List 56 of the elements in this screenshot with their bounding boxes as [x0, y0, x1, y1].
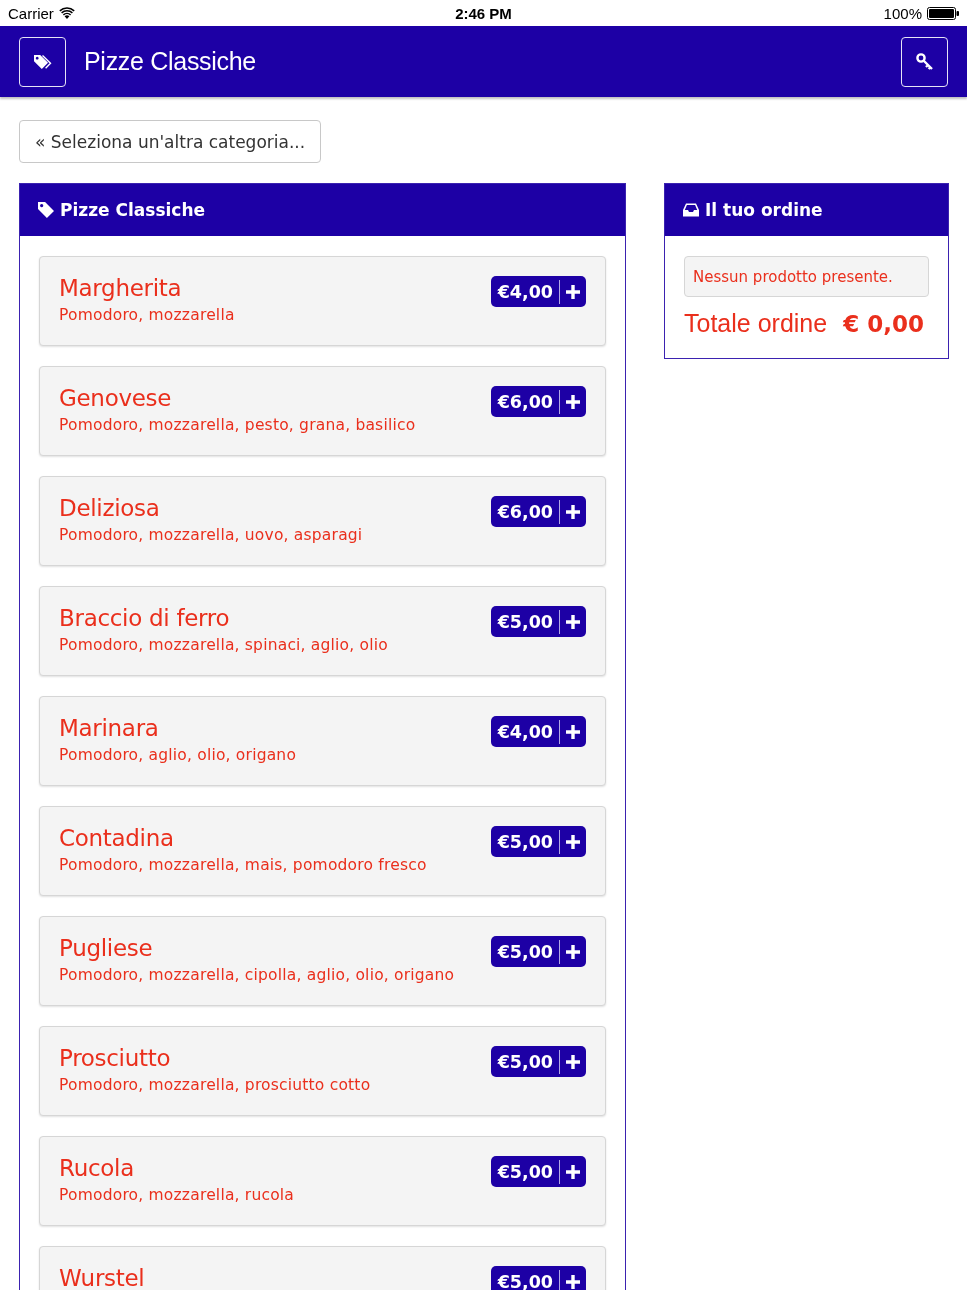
product-name: Prosciutto [59, 1044, 171, 1073]
product-name: Deliziosa [59, 494, 160, 523]
battery-icon [927, 6, 959, 20]
product-name: Pugliese [59, 934, 153, 963]
back-button[interactable]: « Seleziona un'altra categoria... [19, 120, 322, 163]
battery-percent: 100% [883, 4, 922, 22]
panel-title: Il tuo ordine [705, 200, 823, 220]
product-description: Pomodoro, aglio, olio, origano [59, 745, 297, 766]
product-description: Pomodoro, mozzarella [59, 305, 235, 326]
product-name: Margherita [59, 274, 182, 303]
inbox-icon [683, 202, 699, 218]
product-description: Pomodoro, mozzarella, mais, pomodoro fresco [59, 855, 427, 876]
add-to-order-button[interactable]: €4,00 [490, 276, 586, 307]
plus-icon [566, 1274, 580, 1289]
wifi-icon [58, 7, 75, 19]
plus-icon [566, 1054, 580, 1069]
plus-icon [566, 504, 580, 519]
product-name: Marinara [59, 714, 159, 743]
total-label: Totale ordine [684, 309, 828, 338]
add-to-order-button[interactable]: €5,00 [490, 1156, 586, 1187]
empty-order-message: Nessun prodotto presente. [684, 256, 929, 297]
tag-icon [38, 202, 54, 218]
panel-title: Pizze Classiche [60, 200, 206, 220]
login-button[interactable] [901, 36, 948, 87]
total-amount: € 0,00 [843, 311, 924, 337]
add-to-order-button[interactable]: €5,00 [490, 936, 586, 967]
product-description: Pomodoro, mozzarella, rucola [59, 1185, 295, 1206]
plus-icon [566, 394, 580, 409]
product-name: Rucola [59, 1154, 134, 1183]
add-to-order-button[interactable]: €4,00 [490, 716, 586, 747]
add-to-order-button[interactable]: €5,00 [490, 1046, 586, 1077]
categories-button[interactable] [19, 36, 66, 87]
product-description: Pomodoro, mozzarella, pesto, grana, basilico [59, 415, 416, 436]
plus-icon [566, 1164, 580, 1179]
add-to-order-button[interactable]: €5,00 [490, 606, 586, 637]
clock-time: 2:46 PM [455, 4, 512, 22]
product-name: Genovese [59, 384, 172, 413]
product-description: Pomodoro, mozzarella, uovo, asparagi [59, 525, 363, 546]
plus-icon [566, 834, 580, 849]
plus-icon [566, 944, 580, 959]
product-name: Braccio di ferro [59, 604, 230, 633]
plus-icon [566, 724, 580, 739]
product-description: Pomodoro, mozzarella, spinaci, aglio, olio [59, 635, 388, 656]
product-description: Pomodoro, mozzarella, cipolla, aglio, olio, origano [59, 965, 455, 986]
plus-icon [566, 284, 580, 299]
product-description: Pomodoro, mozzarella, prosciutto cotto [59, 1075, 371, 1096]
add-to-order-button[interactable]: €6,00 [490, 496, 586, 527]
key-icon [914, 51, 935, 72]
add-to-order-button[interactable]: €6,00 [490, 386, 586, 417]
product-name: Contadina [59, 824, 174, 853]
add-to-order-button[interactable]: €5,00 [490, 1266, 586, 1290]
product-name: Wurstel [59, 1264, 145, 1290]
add-to-order-button[interactable]: €5,00 [490, 826, 586, 857]
page-title: Pizze Classiche [84, 47, 257, 76]
plus-icon [566, 614, 580, 629]
carrier-label: Carrier [8, 4, 54, 22]
